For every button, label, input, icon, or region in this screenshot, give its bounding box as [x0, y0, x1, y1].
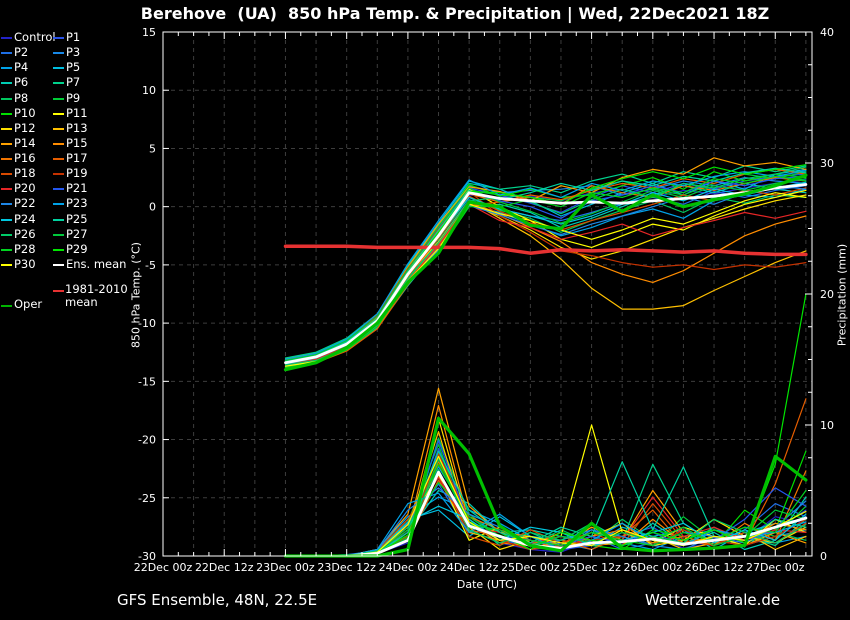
svg-text:25Dec 12z: 25Dec 12z	[562, 561, 621, 574]
x-axis-title: Date (UTC)	[457, 578, 517, 591]
svg-text:24Dec 12z: 24Dec 12z	[440, 561, 499, 574]
legend-swatch	[53, 158, 64, 160]
legend-swatch	[1, 37, 12, 39]
footer-brand: Wetterzentrale.de	[645, 591, 780, 609]
legend-swatch	[1, 249, 12, 251]
legend-label: P2	[14, 46, 28, 59]
legend-label: P4	[14, 61, 28, 74]
legend-swatch	[53, 67, 64, 69]
legend-swatch	[53, 37, 64, 39]
legend-swatch	[53, 234, 64, 236]
legend-label: P15	[66, 137, 88, 150]
legend-label: P9	[66, 92, 80, 105]
legend-swatch	[1, 113, 12, 115]
svg-text:0: 0	[820, 550, 827, 563]
svg-text:24Dec 00z: 24Dec 00z	[379, 561, 438, 574]
legend-swatch	[1, 203, 12, 205]
legend-label: P8	[14, 92, 28, 105]
legend-swatch	[53, 143, 64, 145]
legend-swatch	[1, 234, 12, 236]
svg-text:27Dec 00z: 27Dec 00z	[746, 561, 805, 574]
legend-oper: Oper	[14, 298, 42, 311]
legend-label: P16	[14, 152, 36, 165]
legend-swatch	[1, 52, 12, 54]
legend-label: P29	[66, 243, 88, 256]
legend-label: P10	[14, 107, 36, 120]
legend-label: Control	[14, 31, 56, 44]
legend-swatch	[53, 264, 64, 266]
legend-swatch	[53, 173, 64, 175]
clim-mean-swatch	[53, 290, 64, 292]
legend-swatch	[1, 67, 12, 69]
svg-text:30: 30	[820, 157, 834, 170]
legend-swatch	[53, 98, 64, 100]
legend-label: P23	[66, 197, 88, 210]
legend-swatch	[1, 143, 12, 145]
y-axis-title-precip: Precipitation (mm)	[836, 244, 849, 346]
footer-model-info: GFS Ensemble, 48N, 22.5E	[117, 591, 317, 609]
legend-swatch	[1, 128, 12, 130]
y-axis-title-temp: 850 hPa Temp. (°C)	[130, 242, 143, 348]
legend-swatch	[53, 203, 64, 205]
legend-label: P17	[66, 152, 88, 165]
legend-swatch	[1, 82, 12, 84]
svg-text:10: 10	[820, 419, 834, 432]
weather-chart-page: Berehove (UA) 850 hPa Temp. & Precipitat…	[0, 0, 850, 620]
legend-swatch	[1, 98, 12, 100]
svg-text:40: 40	[820, 26, 834, 39]
legend-label: P6	[14, 76, 28, 89]
legend-swatch	[1, 219, 12, 221]
legend-label: P11	[66, 107, 88, 120]
legend-swatch	[53, 113, 64, 115]
legend-swatch	[1, 188, 12, 190]
legend-label: P12	[14, 122, 36, 135]
legend-label: P25	[66, 213, 88, 226]
legend-swatch	[53, 52, 64, 54]
legend-label: P24	[14, 213, 36, 226]
legend-swatch	[1, 264, 12, 266]
svg-text:20: 20	[820, 288, 834, 301]
legend-swatch	[53, 219, 64, 221]
svg-text:26Dec 12z: 26Dec 12z	[685, 561, 744, 574]
svg-text:26Dec 00z: 26Dec 00z	[624, 561, 683, 574]
legend-label: P1	[66, 31, 80, 44]
legend-swatch	[1, 173, 12, 175]
oper-swatch	[1, 305, 12, 307]
legend-label: P22	[14, 197, 36, 210]
legend-swatch	[53, 249, 64, 251]
legend-label: P14	[14, 137, 36, 150]
legend-label: P13	[66, 122, 88, 135]
legend-label: P30	[14, 258, 36, 271]
svg-text:25Dec 00z: 25Dec 00z	[501, 561, 560, 574]
legend-label: Ens. mean	[66, 258, 126, 271]
legend-label: P27	[66, 228, 88, 241]
legend-label: P18	[14, 167, 36, 180]
legend-swatch	[53, 128, 64, 130]
svg-text:22Dec 12z: 22Dec 12z	[195, 561, 254, 574]
legend-label: P26	[14, 228, 36, 241]
legend-swatch	[53, 82, 64, 84]
legend-swatch	[53, 188, 64, 190]
legend-label: P3	[66, 46, 80, 59]
legend-swatch	[1, 158, 12, 160]
svg-text:23Dec 12z: 23Dec 12z	[317, 561, 376, 574]
legend-label: P21	[66, 182, 88, 195]
legend-label: P7	[66, 76, 80, 89]
legend-label: P20	[14, 182, 36, 195]
svg-text:23Dec 00z: 23Dec 00z	[256, 561, 315, 574]
legend-clim-mean-line2: mean	[65, 296, 98, 309]
legend-label: P5	[66, 61, 80, 74]
legend-label: P28	[14, 243, 36, 256]
legend-label: P19	[66, 167, 88, 180]
